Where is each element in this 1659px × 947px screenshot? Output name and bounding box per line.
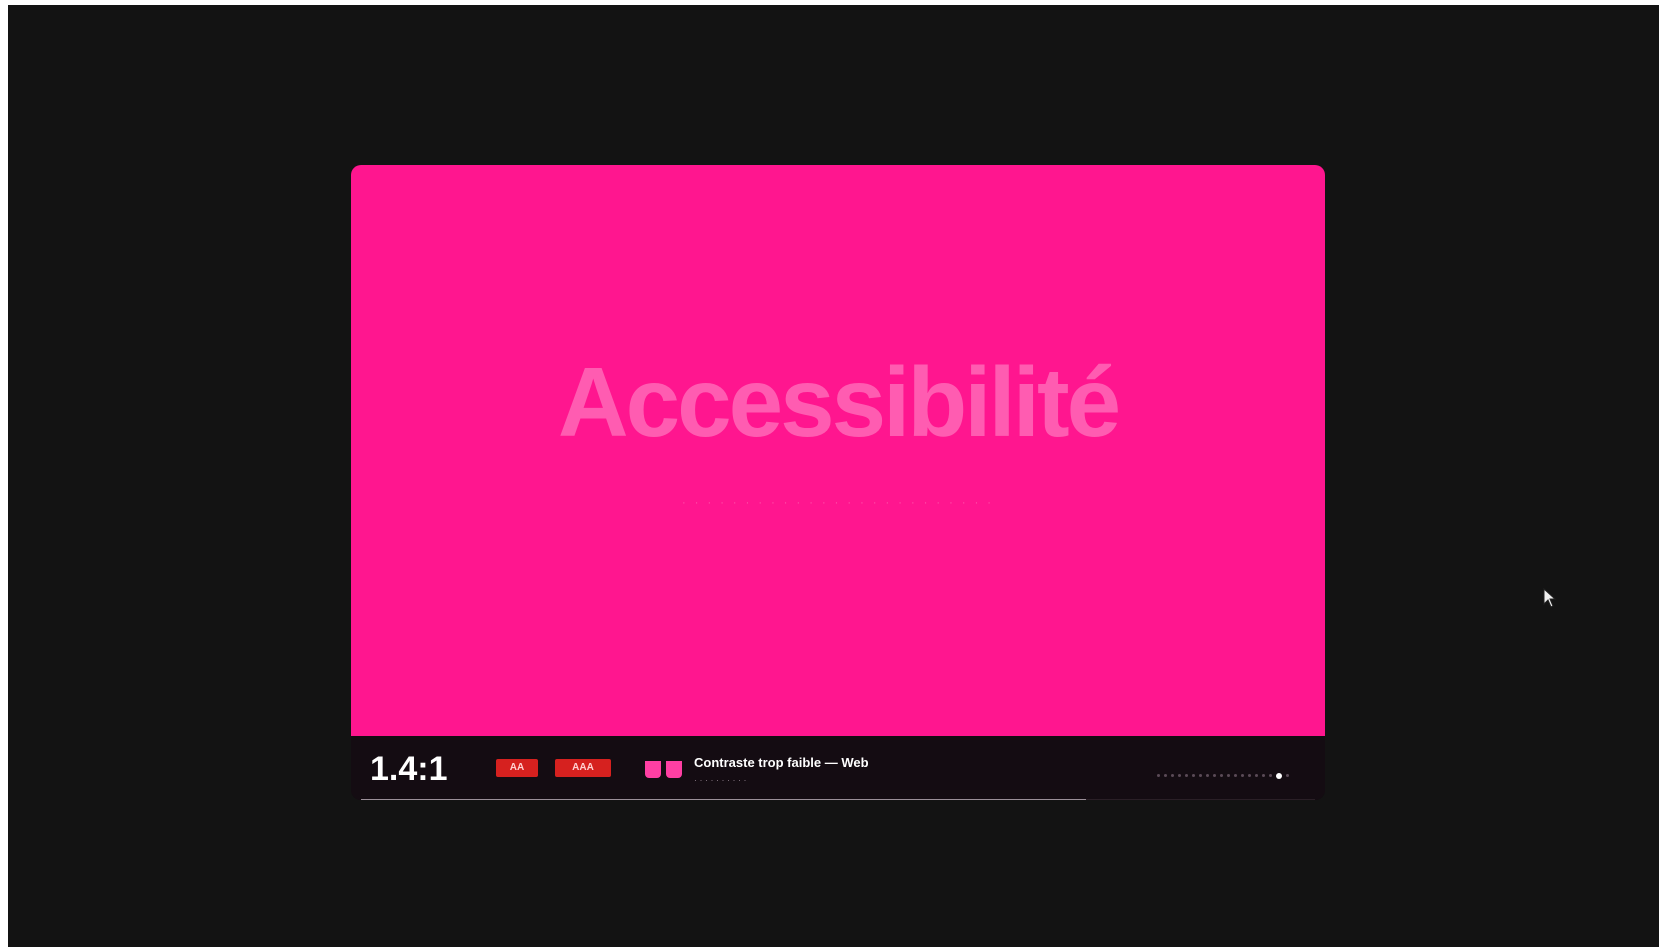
criterion-meta: · · · · · · · · · · [694,775,747,785]
mouse-cursor-icon [1543,588,1557,608]
slide-pagination-dots[interactable] [1157,767,1293,779]
pagination-dot[interactable] [1185,774,1188,778]
slide-card: Accessibilité · · · · · · · · · · · · · … [351,165,1325,800]
pagination-dot[interactable] [1171,774,1174,778]
slide-footer: 1.4:1 AA AAA Contraste trop faible — Web… [351,736,1325,800]
level-badge-aa: AA [496,759,538,777]
pagination-dot[interactable] [1206,774,1209,778]
pagination-dot[interactable] [1178,774,1181,778]
progress-fill [361,799,1087,800]
pagination-dot[interactable] [1286,774,1289,778]
criterion-title: Contraste trop faible — Web [694,755,869,770]
pagination-dot[interactable] [1262,774,1265,778]
pagination-dot[interactable] [1241,774,1244,778]
pagination-dot[interactable] [1164,774,1167,778]
slide-title: Accessibilité [557,347,1121,457]
progress-bar [361,799,1315,800]
pagination-dot[interactable] [1248,774,1251,778]
slide-subtitle: · · · · · · · · · · · · · · · · · · · · … [682,497,994,509]
presentation-screen: Accessibilité · · · · · · · · · · · · · … [8,5,1659,947]
pagination-dot[interactable] [1157,774,1160,778]
pagination-dot[interactable] [1213,774,1216,778]
pagination-dot[interactable] [1227,774,1230,778]
slide: Accessibilité · · · · · · · · · · · · · … [351,165,1325,736]
criterion-number: 1.4:1 [370,750,448,788]
pagination-dot[interactable] [1234,774,1237,778]
color-swatch-background [666,761,682,778]
pagination-dot[interactable] [1192,774,1195,778]
pagination-dot-active[interactable] [1276,772,1282,779]
pagination-dot[interactable] [1199,774,1202,778]
pagination-dot[interactable] [1269,774,1272,778]
level-badge-aaa: AAA [555,759,611,777]
pagination-dot[interactable] [1220,774,1223,778]
color-swatch-foreground [645,761,661,778]
pagination-dot[interactable] [1255,774,1258,778]
